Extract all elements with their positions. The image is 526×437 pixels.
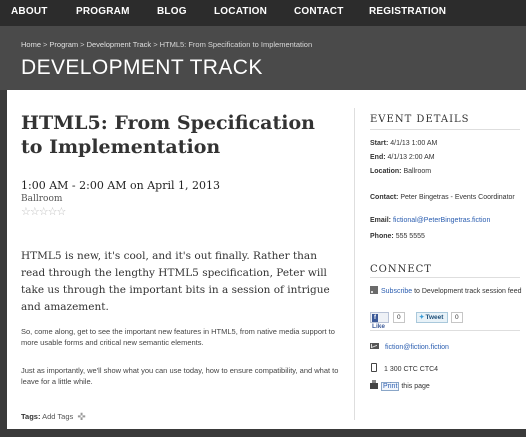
- rating-stars[interactable]: ☆☆☆☆☆: [21, 205, 66, 218]
- detail-end: End: 4/1/13 2:00 AM: [370, 154, 522, 162]
- nav-location[interactable]: LOCATION: [214, 6, 267, 17]
- detail-label: End:: [370, 154, 386, 161]
- column-divider: [354, 108, 355, 420]
- event-paragraph: So, come along, get to see the important…: [21, 327, 335, 347]
- facebook-icon: f: [372, 314, 378, 322]
- print-text: this page: [399, 383, 430, 390]
- detail-label: Email:: [370, 217, 392, 224]
- detail-label: Start:: [370, 140, 389, 147]
- detail-label: Contact:: [370, 194, 399, 201]
- detail-value: 4/1/13 1:00 AM: [390, 140, 438, 147]
- printer-icon: [370, 380, 378, 389]
- detail-contact: Contact: Peter Bingetras - Events Coordi…: [370, 194, 522, 202]
- divider: [370, 129, 520, 130]
- phone-icon: [371, 363, 377, 372]
- print-button[interactable]: Print: [381, 382, 400, 391]
- breadcrumb-current: HTML5: From Specification to Implementat…: [159, 40, 313, 49]
- nav-about[interactable]: ABOUT: [11, 6, 48, 17]
- breadcrumb: Home > Program > Development Track > HTML5: Fr…: [21, 40, 312, 49]
- phone-line: 1 300 CTC CTC4: [370, 363, 438, 373]
- detail-value: 4/1/13 2:00 AM: [387, 154, 435, 161]
- detail-value: 555 5555: [395, 233, 425, 240]
- add-tags-link[interactable]: Add Tags: [42, 412, 73, 421]
- tweet-count: 0: [451, 312, 463, 323]
- event-paragraph: Just as importantly, we'll show what you…: [21, 366, 339, 386]
- like-label: Like: [372, 323, 386, 330]
- detail-start: Start: 4/1/13 1:00 AM: [370, 140, 522, 148]
- breadcrumb-development-track[interactable]: Development Track: [87, 40, 152, 49]
- subscribe-link[interactable]: Subscribe: [381, 288, 412, 295]
- page-bottom-border: [0, 429, 526, 437]
- breadcrumb-separator: >: [80, 40, 85, 49]
- detail-value: Peter Bingetras - Events Coordinator: [400, 194, 515, 201]
- subscribe-line: Subscribe to Development track session f…: [370, 286, 522, 297]
- like-count: 0: [393, 312, 405, 323]
- twitter-icon: ✦: [419, 314, 425, 321]
- detail-email: Email: fictional@PeterBingetras.fiction: [370, 217, 522, 225]
- detail-phone: Phone: 555 5555: [370, 233, 522, 241]
- nav-blog[interactable]: BLOG: [157, 6, 187, 17]
- content-panel: HTML5: From Specification to Implementat…: [7, 90, 526, 429]
- tweet-button[interactable]: ✦Tweet: [416, 312, 448, 323]
- nav-program[interactable]: PROGRAM: [76, 6, 130, 17]
- page-title: DEVELOPMENT TRACK: [21, 56, 263, 79]
- facebook-like-button[interactable]: fLike: [370, 312, 389, 330]
- event-details-heading: EVENT DETAILS: [370, 114, 470, 125]
- envelope-icon: [370, 343, 379, 349]
- tags-label: Tags:: [21, 412, 41, 421]
- email-link[interactable]: fictional@PeterBingetras.fiction: [393, 217, 490, 224]
- event-title: HTML5: From Specification to Implementat…: [21, 112, 315, 158]
- nav-contact[interactable]: CONTACT: [294, 6, 344, 17]
- plus-icon[interactable]: ✜: [77, 412, 85, 423]
- tags-row: Tags: Add Tags ✜: [21, 412, 86, 423]
- detail-value: Ballroom: [403, 168, 432, 175]
- breadcrumb-separator: >: [153, 40, 158, 49]
- detail-label: Phone:: [370, 233, 394, 240]
- detail-label: Location:: [370, 168, 402, 175]
- breadcrumb-home[interactable]: Home: [21, 40, 41, 49]
- breadcrumb-program[interactable]: Program: [49, 40, 78, 49]
- mail-line: fiction@fiction.fiction: [370, 343, 449, 351]
- connect-heading: CONNECT: [370, 264, 432, 275]
- event-datetime: 1:00 AM - 2:00 AM on April 1, 2013: [21, 179, 220, 192]
- event-venue: Ballroom: [21, 194, 63, 204]
- divider: [370, 277, 520, 278]
- top-navigation: ABOUT PROGRAM BLOG LOCATION CONTACT REGI…: [0, 0, 526, 26]
- mail-link[interactable]: fiction@fiction.fiction: [385, 344, 449, 351]
- detail-location: Location: Ballroom: [370, 168, 522, 176]
- print-line: Print this page: [370, 380, 430, 391]
- page-header: Home > Program > Development Track > HTML5: Fr…: [0, 26, 526, 90]
- divider: [370, 330, 520, 331]
- event-lead-paragraph: HTML5 is new, it's cool, and it's out fi…: [21, 250, 330, 313]
- nav-registration[interactable]: REGISTRATION: [369, 6, 446, 17]
- tweet-label: Tweet: [425, 314, 444, 321]
- rss-icon: [370, 286, 378, 294]
- subscribe-text: to Development track session feed: [412, 288, 522, 295]
- phone-number: 1 300 CTC CTC4: [384, 366, 439, 373]
